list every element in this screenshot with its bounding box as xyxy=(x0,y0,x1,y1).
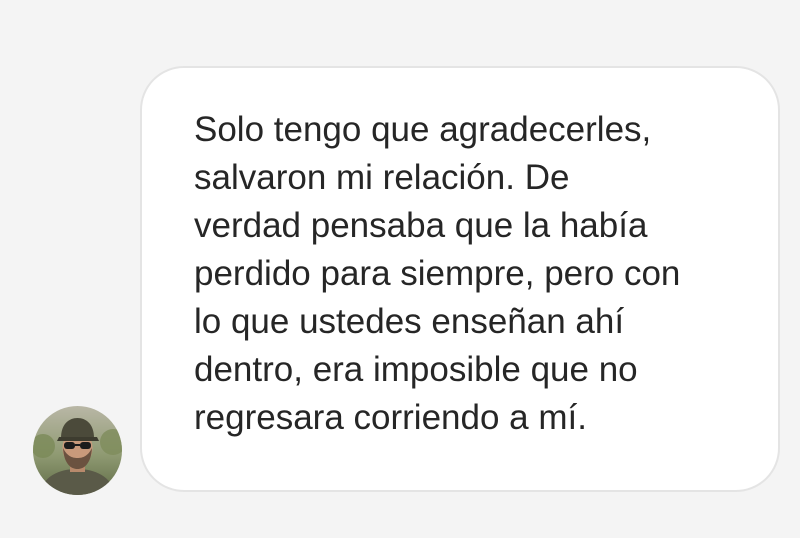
message-line: regresara corriendo a mí. xyxy=(194,398,587,437)
message-line: dentro, era imposible que no xyxy=(194,350,638,389)
message-line: lo que ustedes enseñan ahí xyxy=(194,302,625,341)
avatar[interactable] xyxy=(33,406,122,495)
message-text: Solo tengo que agradecerles, salvaron mi… xyxy=(194,106,774,442)
message-line: Solo tengo que agradecerles, xyxy=(194,110,652,149)
message-line: salvaron mi relación. De xyxy=(194,158,570,197)
message-line: verdad pensaba que la había xyxy=(194,206,648,245)
message-line: perdido para siempre, pero con xyxy=(194,254,681,293)
avatar-photo xyxy=(33,406,122,495)
message-bubble[interactable]: Solo tengo que agradecerles, salvaron mi… xyxy=(140,66,780,492)
